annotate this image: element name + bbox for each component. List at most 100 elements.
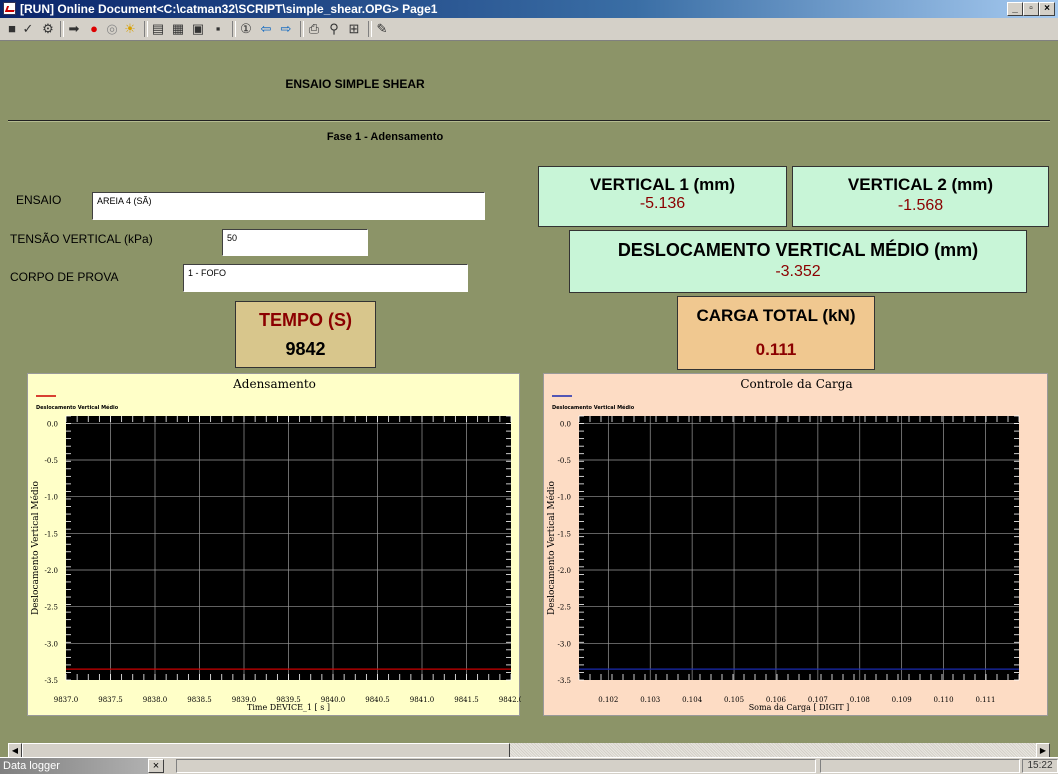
scroll-track[interactable]: [510, 743, 1036, 758]
maximize-button[interactable]: ▫: [1023, 2, 1039, 16]
y-tick-label: -3.5: [45, 677, 59, 685]
pause-icon[interactable]: ◎: [104, 21, 120, 37]
x-tick-label: 9838.0: [143, 696, 168, 704]
deslocamento-medio-value: -3.352: [775, 263, 821, 280]
pen-icon[interactable]: ✎: [374, 21, 390, 37]
y-tick-label: 0.0: [47, 420, 58, 428]
config-icon[interactable]: ⚙: [40, 21, 56, 37]
clock: 15:22: [1022, 759, 1058, 773]
print-icon[interactable]: ⎙: [306, 21, 322, 37]
chart-icon[interactable]: ⊞: [346, 21, 362, 37]
tensao-vertical-label: TENSÃO VERTICAL (kPa): [10, 232, 153, 246]
disk-icon[interactable]: ▪: [210, 21, 226, 37]
vertical-1-readout: VERTICAL 1 (mm) -5.136: [538, 166, 787, 227]
scroll-right-button[interactable]: ▶: [1036, 743, 1050, 758]
x-tick-label: 9837.5: [98, 696, 123, 704]
x-axis-label: Time DEVICE_1 [ s ]: [247, 703, 330, 712]
vertical-2-label: VERTICAL 2 (mm): [847, 175, 994, 194]
carga-total-value: 0.111: [755, 340, 797, 359]
y-tick-label: 0.0: [560, 420, 571, 428]
y-axis-label: Deslocamento Vertical Médio: [30, 481, 41, 615]
x-axis-label: Soma da Carga [ DIGIT ]: [749, 703, 850, 712]
data-logger-tab[interactable]: Data logger: [0, 758, 148, 774]
tempo-readout: TEMPO (S) 9842: [235, 301, 376, 368]
y-tick-label: -1.5: [45, 530, 59, 538]
minimize-button[interactable]: _: [1007, 2, 1023, 16]
header-divider: [8, 120, 1050, 122]
y-tick-label: -0.5: [558, 457, 572, 465]
x-tick-label: 9837.0: [54, 696, 79, 704]
vertical-1-label: VERTICAL 1 (mm): [589, 175, 736, 194]
legend-label: Deslocamento Vertical Médio: [36, 404, 119, 411]
window-title-bar[interactable]: [RUN] Online Document<C:\catman32\SCRIPT…: [0, 0, 1058, 18]
corpo-de-prova-input[interactable]: 1 - FOFO: [183, 264, 468, 292]
back-arrow-icon[interactable]: ⇦: [258, 21, 274, 37]
stop-icon[interactable]: ■: [4, 21, 20, 37]
x-tick-label: 9840.5: [365, 696, 390, 704]
arrow-right-icon[interactable]: ➡: [66, 21, 82, 37]
vertical-1-value: -5.136: [639, 195, 686, 212]
y-tick-label: -3.0: [45, 640, 59, 648]
check-icon[interactable]: ✓: [20, 21, 36, 37]
app-icon: [3, 2, 16, 15]
x-tick-label: 9842.0: [499, 696, 521, 704]
list-icon[interactable]: ▤: [150, 21, 166, 37]
y-tick-label: -2.5: [558, 604, 572, 612]
save-icon[interactable]: ▣: [190, 21, 206, 37]
chart-controle-da-carga: Controle da Carga Deslocamento Vertical M…: [543, 373, 1048, 716]
window-title: [RUN] Online Document<C:\catman32\SCRIPT…: [20, 2, 438, 16]
grid-icon[interactable]: ▦: [170, 21, 186, 37]
corpo-de-prova-label: CORPO DE PROVA: [10, 270, 119, 284]
y-tick-label: -1.5: [558, 530, 572, 538]
deslocamento-medio-readout: DESLOCAMENTO VERTICAL MÉDIO (mm) -3.352: [569, 230, 1027, 293]
carga-total-label: CARGA TOTAL (kN): [696, 306, 856, 325]
x-tick-label: 0.108: [850, 696, 870, 704]
x-tick-label: 0.103: [640, 696, 660, 704]
status-panel-secondary: [820, 759, 1020, 773]
scroll-left-button[interactable]: ◀: [8, 743, 22, 758]
y-tick-label: -3.5: [558, 677, 572, 685]
forward-arrow-icon[interactable]: ⇨: [278, 21, 294, 37]
vertical-2-readout: VERTICAL 2 (mm) -1.568: [792, 166, 1049, 227]
ensaio-label: ENSAIO: [16, 193, 62, 207]
phase-title: Fase 1 - Adensamento: [326, 131, 444, 143]
x-tick-label: 0.110: [934, 696, 954, 704]
data-logger-close-button[interactable]: ×: [148, 759, 164, 773]
page-title: ENSAIO SIMPLE SHEAR: [285, 77, 425, 91]
x-tick-label: 9841.0: [410, 696, 435, 704]
vertical-2-value: -1.568: [897, 197, 944, 214]
horizontal-scrollbar[interactable]: ◀ ▶: [8, 743, 1050, 758]
y-tick-label: -2.5: [45, 604, 59, 612]
x-tick-label: 0.105: [724, 696, 744, 704]
legend-label: Deslocamento Vertical Médio: [552, 404, 635, 411]
y-tick-label: -1.0: [558, 494, 572, 502]
y-axis-label: Deslocamento Vertical Médio: [546, 481, 557, 615]
status-panel-main: [176, 759, 816, 773]
close-button[interactable]: ×: [1039, 2, 1055, 16]
deslocamento-medio-label: DESLOCAMENTO VERTICAL MÉDIO (mm): [617, 240, 979, 260]
tempo-value: 9842: [285, 339, 326, 359]
ensaio-input[interactable]: AREIA 4 (SÃ): [92, 192, 485, 220]
toolbar: ■ ✓ ⚙ ➡ ● ◎ ☀ ▤ ▦ ▣ ▪ ① ⇦ ⇨ ⎙ ⚲ ⊞ ✎: [0, 18, 1058, 41]
chart-adensamento: Adensamento Deslocamento Vertical Médio 0.…: [27, 373, 521, 716]
y-tick-label: -2.0: [45, 567, 59, 575]
carga-total-readout: CARGA TOTAL (kN) 0.111: [677, 296, 875, 370]
x-tick-label: 0.111: [975, 696, 995, 704]
sun-icon[interactable]: ☀: [122, 21, 138, 37]
x-tick-label: 9838.5: [187, 696, 212, 704]
zoom-icon[interactable]: ⚲: [326, 21, 342, 37]
x-tick-label: 0.102: [598, 696, 618, 704]
tensao-vertical-input[interactable]: 50: [222, 229, 368, 256]
tempo-label: TEMPO (S): [259, 310, 352, 330]
status-bar: Data logger × 15:22: [0, 757, 1058, 774]
x-tick-label: 0.109: [892, 696, 912, 704]
y-tick-label: -1.0: [45, 494, 59, 502]
y-tick-label: -2.0: [558, 567, 572, 575]
y-tick-label: -0.5: [45, 457, 59, 465]
scroll-thumb[interactable]: [22, 743, 510, 758]
y-tick-label: -3.0: [558, 640, 572, 648]
number-one-icon[interactable]: ①: [238, 21, 254, 37]
record-icon[interactable]: ●: [86, 21, 102, 37]
chart-title: Adensamento: [232, 377, 316, 391]
x-tick-label: 9841.5: [454, 696, 479, 704]
